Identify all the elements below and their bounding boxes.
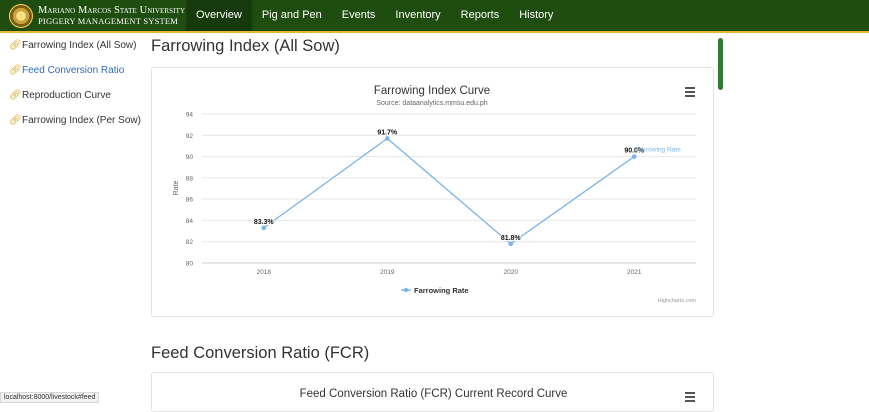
top-navbar: Mariano Marcos State University PIGGERY … xyxy=(0,0,869,33)
brand-text: Mariano Marcos State University PIGGERY … xyxy=(38,4,186,26)
nav-item-overview[interactable]: Overview xyxy=(186,0,252,31)
data-point[interactable] xyxy=(261,225,267,231)
x-tick-label: 2020 xyxy=(504,269,519,276)
chart-gridlines xyxy=(202,113,696,264)
data-point[interactable] xyxy=(384,136,390,141)
brand-university-name: Mariano Marcos State University xyxy=(38,4,186,16)
series-line-farrowing-rate xyxy=(263,137,635,245)
link-icon: 🔗︎ xyxy=(9,40,22,51)
data-label: 91.7% xyxy=(377,129,398,136)
nav-item-events[interactable]: Events xyxy=(332,0,386,31)
nav-item-inventory[interactable]: Inventory xyxy=(385,0,450,31)
data-point[interactable] xyxy=(631,154,637,159)
y-tick-label: 94 xyxy=(186,112,194,119)
sidebar-item-label: Farrowing Index (All Sow) xyxy=(22,40,137,51)
sidebar-item-label: Feed Conversion Ratio xyxy=(22,65,125,76)
farrowing-chart-card: Farrowing Index Curve Source: dataanalyt… xyxy=(151,67,714,317)
chart-plot-area: 83.3%91.7%81.8%90.0%Farrowing Rate xyxy=(253,128,681,247)
sidebar: 🔗︎ Farrowing Index (All Sow) 🔗︎ Feed Con… xyxy=(0,33,145,133)
sidebar-item-farrowing-index-all-sow[interactable]: 🔗︎ Farrowing Index (All Sow) xyxy=(0,33,145,58)
main-nav: Overview Pig and Pen Events Inventory Re… xyxy=(186,0,563,31)
legend-item-farrowing-rate[interactable]: Farrowing Rate xyxy=(414,286,469,295)
browser-status-url: localhost:8000/livestock#feed xyxy=(0,392,100,403)
y-tick-label: 90 xyxy=(186,154,194,161)
legend-marker-farrowing-rate xyxy=(403,287,409,293)
data-label: 83.3% xyxy=(254,219,275,226)
y-tick-label: 92 xyxy=(186,133,194,140)
university-seal-logo xyxy=(9,3,33,28)
brand-system-name: PIGGERY MANAGEMENT SYSTEM xyxy=(38,15,179,26)
series-end-label: Farrowing Rate xyxy=(636,147,681,154)
y-axis-ticks: 80 82 84 86 88 90 92 94 xyxy=(186,112,194,268)
nav-item-reports[interactable]: Reports xyxy=(451,0,510,31)
section-title-fcr: Feed Conversion Ratio (FCR) xyxy=(151,344,370,362)
farrowing-index-chart: Farrowing Index Curve Source: dataanalyt… xyxy=(173,85,697,304)
data-point[interactable] xyxy=(508,241,514,247)
y-axis-title: Rate xyxy=(173,181,180,196)
y-tick-label: 86 xyxy=(186,197,194,204)
page-scrollbar[interactable] xyxy=(718,38,723,90)
link-icon: 🔗︎ xyxy=(9,90,22,101)
chart-title: Farrowing Index Curve xyxy=(374,85,490,97)
nav-item-history[interactable]: History xyxy=(509,0,563,31)
x-axis-ticks: 2018 2019 2020 2021 xyxy=(257,269,642,276)
y-tick-label: 82 xyxy=(186,239,194,246)
link-icon: 🔗︎ xyxy=(9,115,22,126)
y-tick-label: 84 xyxy=(186,218,194,225)
y-tick-label: 80 xyxy=(186,261,194,268)
brand[interactable]: Mariano Marcos State University PIGGERY … xyxy=(0,3,186,28)
chart-legend[interactable]: Farrowing Rate xyxy=(401,286,469,295)
link-icon: 🔗︎ xyxy=(9,65,22,76)
x-tick-label: 2021 xyxy=(627,269,642,276)
x-tick-label: 2019 xyxy=(380,269,395,276)
sidebar-item-farrowing-index-per-sow[interactable]: 🔗︎ Farrowing Index (Per Sow) xyxy=(0,108,145,133)
x-tick-label: 2018 xyxy=(257,269,272,276)
chart-subtitle: Source: dataanalytics.mmsu.edu.ph xyxy=(376,100,487,107)
fcr-chart-card: Feed Conversion Ratio (FCR) Current Reco… xyxy=(151,372,714,412)
fcr-chart-title: Feed Conversion Ratio (FCR) Current Reco… xyxy=(299,388,568,400)
sidebar-item-label: Reproduction Curve xyxy=(22,90,111,101)
sidebar-item-label: Farrowing Index (Per Sow) xyxy=(22,115,141,126)
chart-menu-icon[interactable] xyxy=(685,87,695,99)
sidebar-item-reproduction-curve[interactable]: 🔗︎ Reproduction Curve xyxy=(0,83,145,108)
highcharts-credits[interactable]: Highcharts.com xyxy=(658,298,697,304)
page-title: Farrowing Index (All Sow) xyxy=(151,37,340,55)
y-tick-label: 88 xyxy=(186,175,194,182)
fcr-chart-menu-icon[interactable] xyxy=(685,392,695,404)
sidebar-item-feed-conversion-ratio[interactable]: 🔗︎ Feed Conversion Ratio xyxy=(0,58,145,83)
nav-item-pig-and-pen[interactable]: Pig and Pen xyxy=(252,0,332,31)
data-label: 81.8% xyxy=(501,235,522,242)
